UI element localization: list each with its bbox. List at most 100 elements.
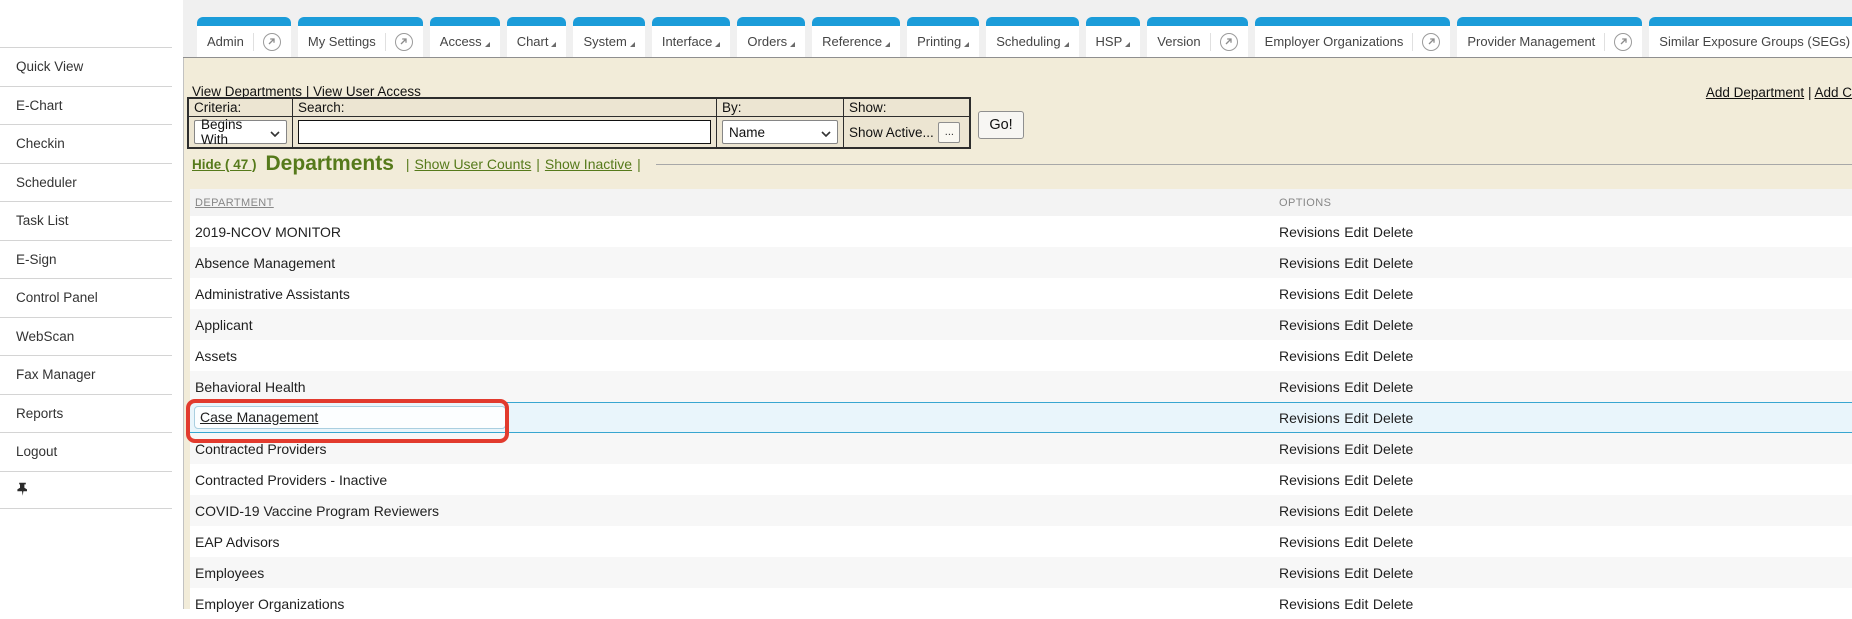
- revisions-link[interactable]: Revisions: [1279, 410, 1340, 426]
- table-row[interactable]: Assets Revisions Edit Delete: [190, 340, 1852, 371]
- search-input[interactable]: [298, 120, 711, 144]
- revisions-link[interactable]: Revisions: [1279, 317, 1340, 333]
- table-row[interactable]: COVID-19 Vaccine Program Reviewers Revis…: [190, 495, 1852, 526]
- sidebar-item[interactable]: Control Panel: [0, 278, 172, 317]
- department-link[interactable]: Absence Management: [195, 255, 335, 271]
- table-row[interactable]: Applicant Revisions Edit Delete: [190, 309, 1852, 340]
- view-user-access-link[interactable]: View User Access: [313, 84, 421, 99]
- table-row[interactable]: Employees Revisions Edit Delete: [190, 557, 1852, 588]
- edit-link[interactable]: Edit: [1344, 503, 1368, 519]
- department-link[interactable]: Contracted Providers: [195, 441, 327, 457]
- add-department-link[interactable]: Add Department: [1706, 85, 1804, 100]
- revisions-link[interactable]: Revisions: [1279, 596, 1340, 612]
- view-departments-link[interactable]: View Departments: [192, 84, 302, 99]
- delete-link[interactable]: Delete: [1373, 472, 1413, 488]
- nav-tab[interactable]: Orders: [737, 17, 805, 57]
- nav-tab[interactable]: Interface: [652, 17, 731, 57]
- department-link[interactable]: Contracted Providers - Inactive: [195, 472, 387, 488]
- nav-tab[interactable]: Printing: [907, 17, 979, 57]
- department-link[interactable]: COVID-19 Vaccine Program Reviewers: [195, 503, 439, 519]
- delete-link[interactable]: Delete: [1373, 224, 1413, 240]
- edit-link[interactable]: Edit: [1344, 224, 1368, 240]
- external-link-icon[interactable]: [1422, 33, 1440, 51]
- department-link[interactable]: Assets: [195, 348, 237, 364]
- revisions-link[interactable]: Revisions: [1279, 503, 1340, 519]
- nav-tab[interactable]: My Settings: [298, 17, 423, 57]
- department-column-header[interactable]: DEPARTMENT: [190, 197, 1279, 209]
- external-link-icon[interactable]: [1614, 33, 1632, 51]
- delete-link[interactable]: Delete: [1373, 503, 1413, 519]
- department-link[interactable]: Employees: [195, 565, 264, 581]
- delete-link[interactable]: Delete: [1373, 441, 1413, 457]
- show-inactive-link[interactable]: Show Inactive: [545, 156, 632, 172]
- delete-link[interactable]: Delete: [1373, 410, 1413, 426]
- external-link-icon[interactable]: [1220, 33, 1238, 51]
- revisions-link[interactable]: Revisions: [1279, 565, 1340, 581]
- table-row[interactable]: Contracted Providers - Inactive Revision…: [190, 464, 1852, 495]
- table-row[interactable]: Contracted Providers Revisions Edit Dele…: [190, 433, 1852, 464]
- delete-link[interactable]: Delete: [1373, 379, 1413, 395]
- sidebar-item[interactable]: Task List: [0, 201, 172, 240]
- nav-tab[interactable]: Reference: [812, 17, 900, 57]
- external-link-icon[interactable]: [263, 33, 281, 51]
- edit-link[interactable]: Edit: [1344, 441, 1368, 457]
- delete-link[interactable]: Delete: [1373, 596, 1413, 612]
- sidebar-item[interactable]: Quick View: [0, 47, 172, 86]
- table-row[interactable]: Case Management Revisions Edit Delete: [190, 402, 1852, 433]
- sidebar-item[interactable]: Scheduler: [0, 163, 172, 202]
- edit-link[interactable]: Edit: [1344, 286, 1368, 302]
- revisions-link[interactable]: Revisions: [1279, 534, 1340, 550]
- department-link[interactable]: Applicant: [195, 317, 253, 333]
- delete-link[interactable]: Delete: [1373, 534, 1413, 550]
- show-more-button[interactable]: ...: [938, 122, 960, 143]
- sidebar-item[interactable]: E-Sign: [0, 240, 172, 279]
- edit-link[interactable]: Edit: [1344, 565, 1368, 581]
- nav-tab[interactable]: Scheduling: [986, 17, 1078, 57]
- edit-link[interactable]: Edit: [1344, 596, 1368, 612]
- edit-link[interactable]: Edit: [1344, 317, 1368, 333]
- edit-link[interactable]: Edit: [1344, 534, 1368, 550]
- sidebar-item[interactable]: Checkin: [0, 124, 172, 163]
- edit-link[interactable]: Edit: [1344, 410, 1368, 426]
- table-row[interactable]: 2019-NCOV MONITOR Revisions Edit Delete: [190, 216, 1852, 247]
- nav-tab[interactable]: System: [573, 17, 644, 57]
- table-row[interactable]: Behavioral Health Revisions Edit Delete: [190, 371, 1852, 402]
- hide-count-link[interactable]: Hide ( 47 ): [192, 157, 257, 172]
- delete-link[interactable]: Delete: [1373, 565, 1413, 581]
- revisions-link[interactable]: Revisions: [1279, 224, 1340, 240]
- revisions-link[interactable]: Revisions: [1279, 379, 1340, 395]
- revisions-link[interactable]: Revisions: [1279, 472, 1340, 488]
- nav-tab[interactable]: HSP: [1086, 17, 1141, 57]
- department-link[interactable]: Employer Organizations: [195, 596, 344, 612]
- add-cut-link[interactable]: Add C: [1814, 85, 1852, 100]
- by-select[interactable]: Name: [722, 120, 838, 144]
- sidebar-item[interactable]: WebScan: [0, 317, 172, 356]
- revisions-link[interactable]: Revisions: [1279, 286, 1340, 302]
- nav-tab[interactable]: Chart: [507, 17, 567, 57]
- department-link[interactable]: Behavioral Health: [195, 379, 306, 395]
- sidebar-item[interactable]: Reports: [0, 394, 172, 433]
- delete-link[interactable]: Delete: [1373, 317, 1413, 333]
- edit-link[interactable]: Edit: [1344, 348, 1368, 364]
- department-link[interactable]: 2019-NCOV MONITOR: [195, 224, 341, 240]
- show-user-counts-link[interactable]: Show User Counts: [415, 156, 532, 172]
- table-row[interactable]: EAP Advisors Revisions Edit Delete: [190, 526, 1852, 557]
- nav-tab[interactable]: Access: [430, 17, 500, 57]
- criteria-select[interactable]: Begins With: [194, 120, 287, 144]
- sidebar-item[interactable]: Logout: [0, 432, 172, 471]
- go-button[interactable]: Go!: [978, 111, 1024, 139]
- edit-link[interactable]: Edit: [1344, 379, 1368, 395]
- delete-link[interactable]: Delete: [1373, 348, 1413, 364]
- nav-tab[interactable]: Employer Organizations: [1255, 17, 1451, 57]
- delete-link[interactable]: Delete: [1373, 286, 1413, 302]
- nav-tab[interactable]: Admin: [197, 17, 291, 57]
- delete-link[interactable]: Delete: [1373, 255, 1413, 271]
- revisions-link[interactable]: Revisions: [1279, 348, 1340, 364]
- department-link[interactable]: Case Management: [200, 409, 318, 425]
- sidebar-item[interactable]: Fax Manager: [0, 355, 172, 394]
- edit-link[interactable]: Edit: [1344, 472, 1368, 488]
- nav-tab[interactable]: Version: [1147, 17, 1247, 57]
- revisions-link[interactable]: Revisions: [1279, 441, 1340, 457]
- sidebar-pin-button[interactable]: [0, 471, 172, 510]
- external-link-icon[interactable]: [395, 33, 413, 51]
